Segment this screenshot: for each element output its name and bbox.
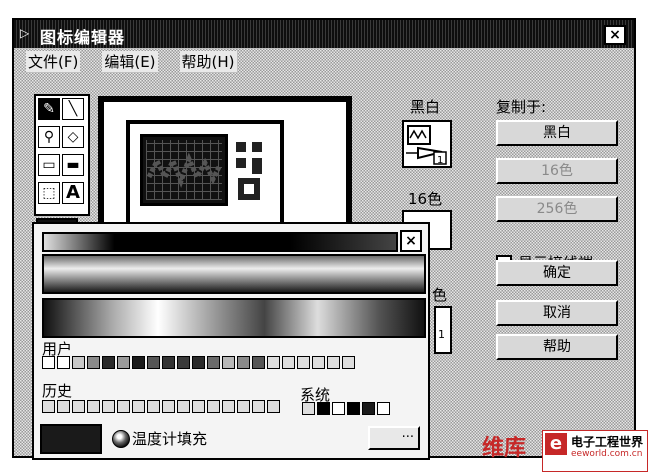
app-icon: ▷ [20, 26, 30, 40]
history-color-swatch[interactable] [222, 400, 235, 413]
user-color-swatch[interactable] [222, 356, 235, 369]
user-color-swatch[interactable] [72, 356, 85, 369]
menu-edit[interactable]: 编辑(E) [102, 50, 158, 72]
history-color-swatch[interactable] [207, 400, 220, 413]
system-color-swatch[interactable] [317, 402, 330, 415]
user-color-swatch[interactable] [267, 356, 280, 369]
title-bar[interactable]: ▷ 图标编辑器 × [14, 20, 634, 48]
rectangle-icon[interactable]: ▭ [38, 154, 60, 176]
system-color-swatch[interactable] [302, 402, 315, 415]
history-color-swatch[interactable] [72, 400, 85, 413]
menu-file[interactable]: 文件(F) [26, 50, 81, 72]
history-color-swatch[interactable] [252, 400, 265, 413]
user-color-swatch[interactable] [57, 356, 70, 369]
user-colors-row [42, 356, 355, 369]
history-color-swatch[interactable] [267, 400, 280, 413]
line-icon[interactable]: ╲ [62, 98, 84, 120]
text-icon[interactable]: A [62, 182, 84, 204]
user-color-swatch[interactable] [87, 356, 100, 369]
user-color-swatch[interactable] [252, 356, 265, 369]
history-color-swatch[interactable] [57, 400, 70, 413]
user-color-swatch[interactable] [297, 356, 310, 369]
user-color-swatch[interactable] [282, 356, 295, 369]
history-color-swatch[interactable] [117, 400, 130, 413]
cancel-button[interactable]: 取消 [496, 300, 618, 326]
system-color-swatch[interactable] [362, 402, 375, 415]
dropper-icon[interactable]: ⚲ [38, 126, 60, 148]
help-button[interactable]: 帮助 [496, 334, 618, 360]
palette-close-button[interactable]: × [400, 230, 422, 252]
eeworld-e-logo: e [545, 433, 567, 455]
user-color-swatch[interactable] [42, 356, 55, 369]
history-color-swatch[interactable] [162, 400, 175, 413]
copy-bw-button[interactable]: 黑白 [496, 120, 618, 146]
bw-preview[interactable]: 1 [402, 120, 452, 168]
user-color-swatch[interactable] [147, 356, 160, 369]
history-colors-label: 历史 [42, 382, 73, 400]
user-color-swatch[interactable] [177, 356, 190, 369]
system-color-swatch[interactable] [347, 402, 360, 415]
system-color-swatch[interactable] [377, 402, 390, 415]
history-color-swatch[interactable] [132, 400, 145, 413]
bw-terminal-number: 1 [437, 155, 443, 166]
c16-label: 16色 [408, 190, 443, 208]
c256-preview[interactable]: 1 [434, 306, 452, 354]
c256-label-fragment: 色 [432, 286, 448, 304]
history-color-swatch[interactable] [237, 400, 250, 413]
eeworld-url: eeworld.com.cn [571, 449, 643, 459]
copy-from-label: 复制于: [496, 98, 547, 116]
history-colors-row [42, 400, 280, 413]
thermometer-fill-icon [112, 430, 130, 448]
gray-gradient-vertical[interactable] [42, 254, 426, 294]
window-title: 图标编辑器 [40, 28, 126, 47]
menu-bar: 文件(F) 编辑(E) 帮助(H) [14, 48, 634, 74]
history-color-swatch[interactable] [177, 400, 190, 413]
c256-terminal-number: 1 [438, 328, 445, 341]
history-color-swatch[interactable] [87, 400, 100, 413]
copy-256-button[interactable]: 256色 [496, 196, 618, 222]
palette-title-bar[interactable] [42, 232, 398, 252]
close-button[interactable]: × [604, 25, 626, 45]
filled-rectangle-icon[interactable]: ▬ [62, 154, 84, 176]
ok-button[interactable]: 确定 [496, 260, 618, 286]
bw-label: 黑白 [410, 98, 441, 116]
eeworld-logo: e 电子工程世界 eeworld.com.cn [542, 430, 648, 472]
menu-help[interactable]: 帮助(H) [179, 50, 237, 72]
drawing-toolbox: ✎ ╲ ⚲ ◇ ▭ ▬ ⬚ A [34, 94, 90, 216]
user-color-swatch[interactable] [132, 356, 145, 369]
history-color-swatch[interactable] [42, 400, 55, 413]
system-color-swatch[interactable] [332, 402, 345, 415]
history-color-swatch[interactable] [192, 400, 205, 413]
user-color-swatch[interactable] [312, 356, 325, 369]
gray-gradient-horizontal[interactable] [42, 298, 426, 338]
user-color-swatch[interactable] [102, 356, 115, 369]
color-palette-popup: × 用户 历史 系统 温度计填充 ··· [32, 222, 430, 460]
user-color-swatch[interactable] [342, 356, 355, 369]
waveform-graphic [140, 134, 228, 206]
history-color-swatch[interactable] [102, 400, 115, 413]
user-color-swatch[interactable] [162, 356, 175, 369]
user-color-swatch[interactable] [117, 356, 130, 369]
connector-graphic [234, 140, 266, 206]
user-color-swatch[interactable] [237, 356, 250, 369]
user-color-swatch[interactable] [207, 356, 220, 369]
current-color-swatch[interactable] [40, 424, 102, 454]
copy-16-button[interactable]: 16色 [496, 158, 618, 184]
history-color-swatch[interactable] [147, 400, 160, 413]
user-color-swatch[interactable] [327, 356, 340, 369]
temperature-fill-label: 温度计填充 [132, 430, 208, 448]
watermark-text: 维库 [482, 436, 527, 461]
more-colors-button[interactable]: ··· [368, 426, 420, 450]
system-colors-row [302, 402, 390, 415]
fill-bucket-icon[interactable]: ◇ [62, 126, 84, 148]
user-color-swatch[interactable] [192, 356, 205, 369]
select-icon[interactable]: ⬚ [38, 182, 60, 204]
eeworld-brand: 电子工程世界 [571, 435, 644, 449]
pencil-icon[interactable]: ✎ [38, 98, 60, 120]
